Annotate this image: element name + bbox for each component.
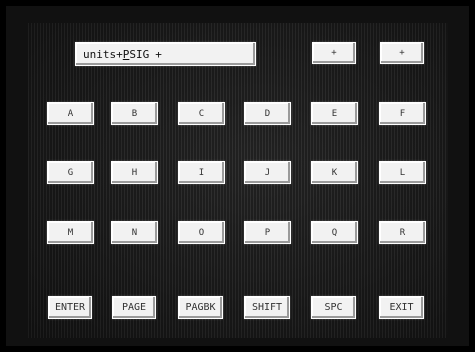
entry-separator: + bbox=[116, 47, 123, 61]
key-f[interactable]: F bbox=[379, 102, 426, 125]
key-e[interactable]: E bbox=[311, 102, 358, 125]
monitor: units + P SIG + + + A B C D E F G H I J … bbox=[0, 0, 475, 352]
entry-value: SIG bbox=[129, 47, 150, 61]
page-button[interactable]: PAGE bbox=[112, 296, 156, 319]
page-back-button[interactable]: PAGBK bbox=[178, 296, 223, 319]
key-q[interactable]: Q bbox=[311, 221, 358, 244]
key-c[interactable]: C bbox=[178, 102, 225, 125]
keypad-screen: units + P SIG + + + A B C D E F G H I J … bbox=[28, 23, 448, 338]
key-r[interactable]: R bbox=[379, 221, 426, 244]
key-i[interactable]: I bbox=[178, 161, 225, 184]
shift-button[interactable]: SHIFT bbox=[244, 296, 290, 319]
entry-cursor: P bbox=[122, 47, 130, 61]
key-j[interactable]: J bbox=[244, 161, 291, 184]
key-g[interactable]: G bbox=[47, 161, 94, 184]
arrow-right-label: + bbox=[399, 48, 405, 58]
arrow-left-button[interactable]: + bbox=[312, 42, 356, 64]
key-p[interactable]: P bbox=[244, 221, 291, 244]
key-b[interactable]: B bbox=[111, 102, 158, 125]
arrow-right-button[interactable]: + bbox=[380, 42, 424, 64]
key-k[interactable]: K bbox=[311, 161, 358, 184]
key-h[interactable]: H bbox=[111, 161, 158, 184]
key-m[interactable]: M bbox=[47, 221, 94, 244]
key-d[interactable]: D bbox=[244, 102, 291, 125]
key-l[interactable]: L bbox=[379, 161, 426, 184]
entry-trailing: + bbox=[155, 47, 162, 61]
space-button[interactable]: SPC bbox=[311, 296, 356, 319]
units-entry-field[interactable]: units + P SIG + bbox=[75, 42, 256, 66]
key-a[interactable]: A bbox=[47, 102, 94, 125]
key-n[interactable]: N bbox=[111, 221, 158, 244]
key-o[interactable]: O bbox=[178, 221, 225, 244]
enter-button[interactable]: ENTER bbox=[48, 296, 92, 319]
arrow-left-label: + bbox=[331, 48, 337, 58]
exit-button[interactable]: EXIT bbox=[379, 296, 424, 319]
entry-label: units bbox=[83, 47, 117, 61]
